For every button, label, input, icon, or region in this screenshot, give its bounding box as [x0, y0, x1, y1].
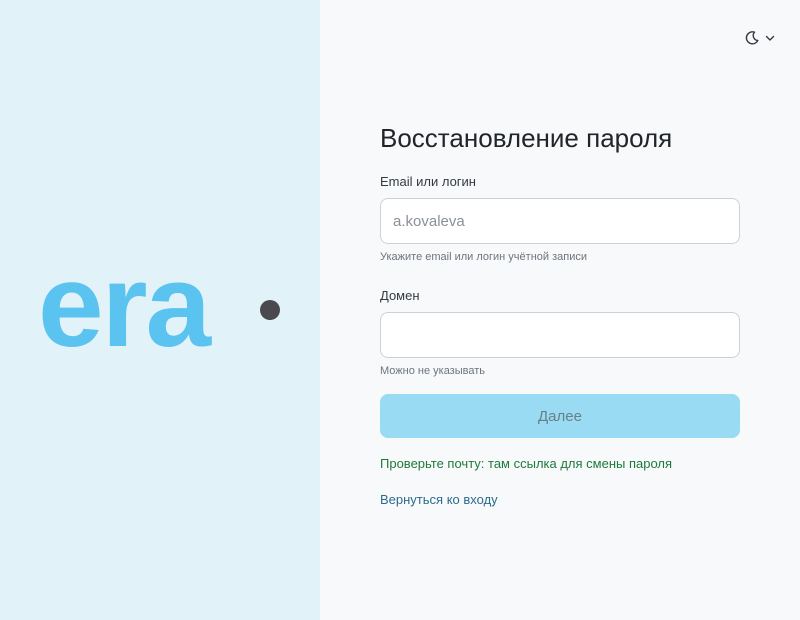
domain-field-label: Домен	[380, 288, 420, 303]
form-panel: Восстановление пароля Email или логин Ук…	[320, 0, 800, 620]
login-input[interactable]	[380, 198, 740, 244]
domain-input[interactable]	[380, 312, 740, 358]
logo-text: era	[38, 262, 213, 356]
back-to-login-link[interactable]: Вернуться ко входу	[380, 492, 498, 508]
logo-dot	[260, 300, 280, 320]
login-field-label: Email или логин	[380, 174, 476, 189]
theme-toggle[interactable]	[744, 28, 776, 48]
domain-hint: Можно не указывать	[380, 365, 485, 377]
moon-icon	[745, 31, 759, 45]
era-logo: era	[38, 262, 280, 356]
chevron-down-icon	[765, 35, 775, 41]
page-title: Восстановление пароля	[380, 123, 673, 153]
password-recovery-form: Восстановление пароля Email или логин Ук…	[380, 120, 740, 509]
brand-panel: era	[0, 0, 320, 620]
login-hint: Укажите email или логин учётной записи	[380, 251, 587, 263]
success-message: Проверьте почту: там ссылка для смены па…	[380, 456, 673, 471]
next-button[interactable]: Далее	[380, 394, 740, 438]
